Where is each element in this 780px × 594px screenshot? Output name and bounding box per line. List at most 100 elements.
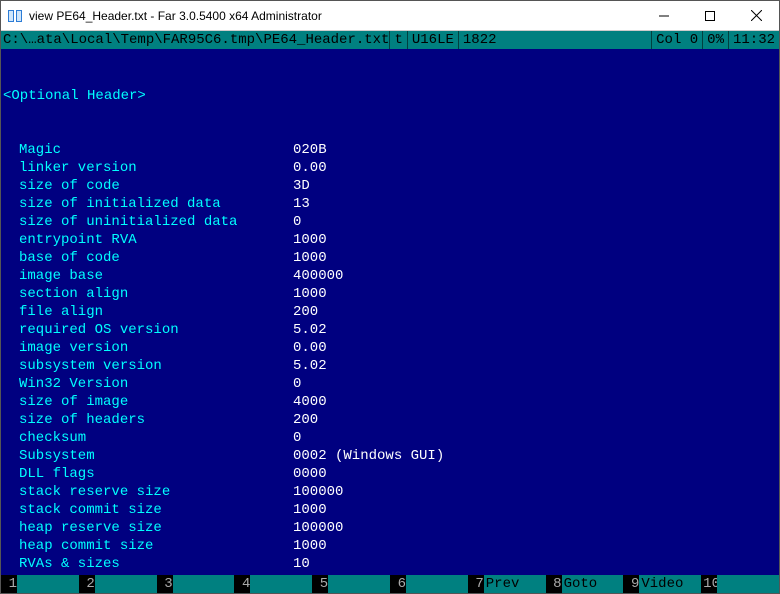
func-label (95, 575, 157, 593)
field-value: 100000 (293, 519, 343, 537)
field-label: file align (3, 303, 293, 321)
far-window: view PE64_Header.txt - Far 3.0.5400 x64 … (0, 0, 780, 594)
field-label: required OS version (3, 321, 293, 339)
field-value: 10 (293, 555, 310, 567)
field-value: 100000 (293, 483, 343, 501)
field-label: size of headers (3, 411, 293, 429)
field-label: Win32 Version (3, 375, 293, 393)
func-key-4[interactable]: 4 (234, 575, 312, 593)
content-bottom-gap (1, 567, 779, 575)
field-label: stack commit size (3, 501, 293, 519)
field-row: stack commit size1000 (3, 501, 777, 519)
field-row: required OS version5.02 (3, 321, 777, 339)
func-key-7[interactable]: 7Prev (468, 575, 546, 593)
field-value: 4000 (293, 393, 327, 411)
field-row: size of image4000 (3, 393, 777, 411)
field-value: 5.02 (293, 357, 327, 375)
field-label: image base (3, 267, 293, 285)
func-number: 6 (390, 575, 406, 593)
field-label: linker version (3, 159, 293, 177)
status-encoding[interactable]: U16LE (407, 31, 458, 49)
field-value: 1000 (293, 231, 327, 249)
field-value: 0002 (Windows GUI) (293, 447, 444, 465)
field-label: RVAs & sizes (3, 555, 293, 567)
func-key-2[interactable]: 2 (79, 575, 157, 593)
func-label: Video (639, 575, 701, 593)
field-row: Magic020B (3, 141, 777, 159)
func-key-10[interactable]: 10 (701, 575, 779, 593)
func-number: 2 (79, 575, 95, 593)
field-value: 1000 (293, 285, 327, 303)
field-row: entrypoint RVA1000 (3, 231, 777, 249)
field-label: entrypoint RVA (3, 231, 293, 249)
func-label (328, 575, 390, 593)
field-label: size of initialized data (3, 195, 293, 213)
func-label (717, 575, 779, 593)
status-percent: 0% (702, 31, 728, 49)
field-value: 1000 (293, 537, 327, 555)
func-key-3[interactable]: 3 (157, 575, 235, 593)
func-number: 3 (157, 575, 173, 593)
minimize-button[interactable] (641, 1, 687, 30)
status-size: 1822 (458, 31, 651, 49)
func-label (250, 575, 312, 593)
field-label: size of code (3, 177, 293, 195)
field-row: Subsystem0002 (Windows GUI) (3, 447, 777, 465)
field-label: size of image (3, 393, 293, 411)
window-title: view PE64_Header.txt - Far 3.0.5400 x64 … (29, 9, 641, 23)
field-value: 0.00 (293, 159, 327, 177)
field-label: Subsystem (3, 447, 293, 465)
field-row: RVAs & sizes10 (3, 555, 777, 567)
field-row: heap commit size1000 (3, 537, 777, 555)
field-row: linker version0.00 (3, 159, 777, 177)
status-col: Col 0 (651, 31, 702, 49)
field-row: size of headers200 (3, 411, 777, 429)
field-label: image version (3, 339, 293, 357)
function-bar: 1234567Prev8Goto9Video10 (1, 575, 779, 593)
field-row: size of code3D (3, 177, 777, 195)
field-label: section align (3, 285, 293, 303)
field-row: DLL flags0000 (3, 465, 777, 483)
field-label: size of uninitialized data (3, 213, 293, 231)
field-value: 020B (293, 141, 327, 159)
func-key-8[interactable]: 8Goto (546, 575, 624, 593)
titlebar[interactable]: view PE64_Header.txt - Far 3.0.5400 x64 … (1, 1, 779, 31)
field-value: 1000 (293, 249, 327, 267)
viewer-content[interactable]: <Optional Header> Magic020Blinker versio… (1, 49, 779, 567)
func-number: 10 (701, 575, 717, 593)
func-number: 4 (234, 575, 250, 593)
field-label: base of code (3, 249, 293, 267)
func-key-9[interactable]: 9Video (623, 575, 701, 593)
field-row: stack reserve size100000 (3, 483, 777, 501)
app-icon (7, 8, 23, 24)
func-number: 9 (623, 575, 639, 593)
func-label (406, 575, 468, 593)
func-key-1[interactable]: 1 (1, 575, 79, 593)
field-value: 200 (293, 411, 318, 429)
func-number: 7 (468, 575, 484, 593)
status-mode[interactable]: t (389, 31, 406, 49)
close-button[interactable] (733, 1, 779, 30)
func-label (17, 575, 79, 593)
field-value: 0 (293, 375, 301, 393)
func-key-6[interactable]: 6 (390, 575, 468, 593)
func-key-5[interactable]: 5 (312, 575, 390, 593)
section-header: <Optional Header> (3, 87, 777, 105)
func-label: Prev (484, 575, 546, 593)
field-value: 1000 (293, 501, 327, 519)
field-label: Magic (3, 141, 293, 159)
maximize-button[interactable] (687, 1, 733, 30)
field-value: 0000 (293, 465, 327, 483)
func-label: Goto (562, 575, 624, 593)
func-number: 8 (546, 575, 562, 593)
viewer-status-bar: C:\…ata\Local\Temp\FAR95C6.tmp\PE64_Head… (1, 31, 779, 49)
status-path: C:\…ata\Local\Temp\FAR95C6.tmp\PE64_Head… (1, 31, 389, 49)
field-label: checksum (3, 429, 293, 447)
field-value: 200 (293, 303, 318, 321)
field-value: 3D (293, 177, 310, 195)
status-time: 11:32 (728, 31, 779, 49)
field-label: heap reserve size (3, 519, 293, 537)
field-row: base of code1000 (3, 249, 777, 267)
field-value: 13 (293, 195, 310, 213)
field-value: 0.00 (293, 339, 327, 357)
